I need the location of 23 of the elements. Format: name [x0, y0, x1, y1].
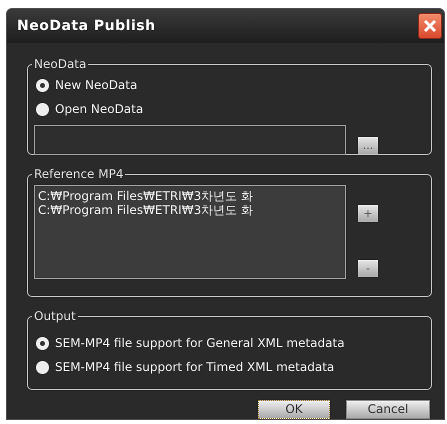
radio-label: SEM-MP4 file support for Timed XML metadata	[55, 359, 334, 376]
close-icon	[423, 19, 437, 33]
group-label: Output	[33, 308, 77, 325]
radio-button[interactable]	[36, 336, 49, 350]
dialog-button[interactable]: OK	[258, 400, 330, 419]
radio-button[interactable]	[36, 360, 49, 374]
group-label: Reference MP4	[33, 166, 124, 183]
file-list[interactable]: C:₩Program Files₩ETRI₩3차년도 화 C:₩Program Files₩ETRI₩3차년도 화	[34, 185, 346, 279]
group-label: NeoData	[33, 56, 88, 73]
radio-label: Open NeoData	[55, 101, 144, 118]
radio-label: SEM-MP4 file support for General XML metadata	[55, 335, 345, 352]
radio-label: New NeoData	[55, 77, 138, 94]
small-button[interactable]: +	[358, 205, 378, 222]
small-button[interactable]: ...	[358, 137, 378, 154]
path-field[interactable]	[34, 125, 346, 155]
list-item[interactable]: C:₩Program Files₩ETRI₩3차년도 화	[38, 189, 345, 203]
window-title: NeoData Publish	[17, 16, 156, 36]
radio-button[interactable]	[36, 102, 49, 116]
list-item[interactable]: C:₩Program Files₩ETRI₩3차년도 화	[38, 203, 345, 217]
dialog-button[interactable]: Cancel	[346, 400, 430, 419]
close-button[interactable]	[418, 13, 442, 39]
radio-button[interactable]	[36, 78, 49, 92]
small-button[interactable]: -	[358, 260, 378, 277]
